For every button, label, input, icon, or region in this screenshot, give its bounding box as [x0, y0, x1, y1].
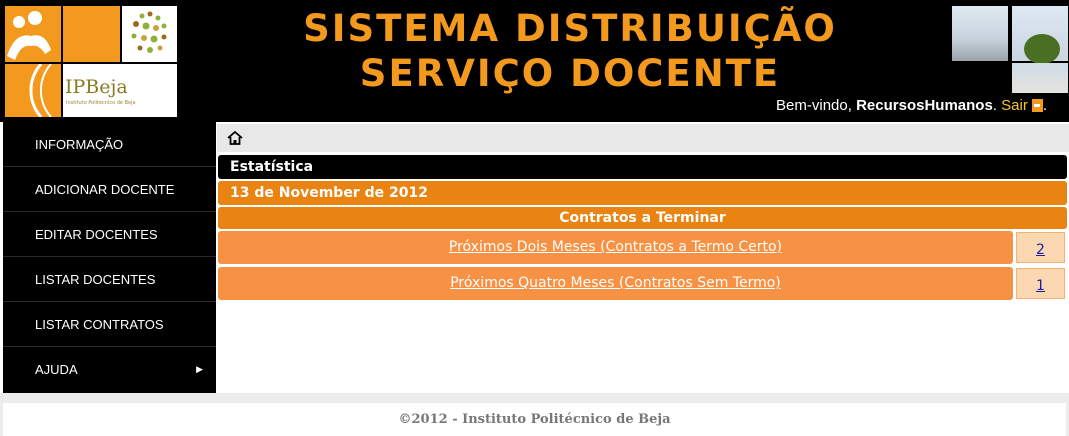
chevron-right-icon: ▶ [196, 364, 203, 374]
count-link[interactable]: 1 [1036, 278, 1045, 294]
logo-tile-blank [63, 6, 120, 62]
contracts-two-months-link[interactable]: Próximos Dois Meses (Contratos a Termo C… [449, 239, 782, 255]
logo-tile-arc [5, 63, 61, 118]
contracts-four-months-link[interactable]: Próximos Quatro Meses (Contratos Sem Ter… [450, 275, 781, 291]
date-row: 13 de November de 2012 [218, 181, 1067, 205]
sidebar-item-label: LISTAR CONTRATOS [35, 317, 164, 332]
sidebar-item-adicionar-docente[interactable]: ADICIONAR DOCENTE [3, 167, 216, 212]
footer: ©2012 - Instituto Politécnico de Beja [0, 393, 1069, 436]
sidebar-item-label: INFORMAÇÃO [35, 137, 124, 152]
home-icon[interactable] [227, 131, 243, 145]
table-row: Próximos Quatro Meses (Contratos Sem Ter… [218, 267, 1013, 300]
welcome-prefix: Bem-vindo, [776, 97, 857, 114]
logo-text: IPBeja [65, 76, 128, 98]
sidebar: INFORMAÇÃO ADICIONAR DOCENTE EDITAR DOCE… [3, 122, 216, 393]
sidebar-item-listar-contratos[interactable]: LISTAR CONTRATOS [3, 302, 216, 347]
arc-icon [29, 63, 52, 118]
sidebar-item-label: ADICIONAR DOCENTE [35, 182, 175, 197]
breadcrumb [217, 124, 1069, 152]
table-header: Contratos a Terminar [218, 207, 1067, 229]
sidebar-item-informacao[interactable]: INFORMAÇÃO [3, 122, 216, 167]
logo-tile-dots [122, 6, 177, 62]
site-title: SISTEMA DISTRIBUIÇÃO SERVIÇO DOCENTE [230, 6, 910, 96]
people-icon [7, 11, 51, 60]
dots-icon [131, 11, 167, 53]
section-title: Estatística [218, 155, 1067, 179]
sidebar-item-label: AJUDA [35, 362, 78, 377]
logout-link[interactable]: Sair [1001, 97, 1028, 114]
contracts-two-months-count: 2 [1016, 232, 1065, 263]
sidebar-item-listar-docentes[interactable]: LISTAR DOCENTES [3, 257, 216, 302]
sidebar-item-editar-docentes[interactable]: EDITAR DOCENTES [3, 212, 216, 257]
header: IPBeja Instituto Politécnico de Beja SIS… [0, 0, 1069, 122]
logo-subtext: Instituto Politécnico de Beja [66, 100, 136, 106]
footer-text: ©2012 - Instituto Politécnico de Beja [3, 403, 1066, 436]
tree-photo [1024, 34, 1060, 64]
building-photo [1012, 63, 1068, 93]
sidebar-item-label: EDITAR DOCENTES [35, 227, 158, 242]
table-row: Próximos Dois Meses (Contratos a Termo C… [218, 231, 1013, 264]
site-title-line1: SISTEMA DISTRIBUIÇÃO [303, 7, 837, 50]
campus-photo [952, 6, 1008, 61]
site-title-line2: SERVIÇO DOCENTE [359, 52, 781, 95]
welcome-separator: . [992, 97, 1002, 114]
user-name: RecursosHumanos [856, 97, 993, 114]
logout-icon[interactable] [1031, 99, 1043, 112]
welcome-trailing: . [1042, 97, 1047, 114]
count-link[interactable]: 2 [1036, 242, 1045, 258]
sidebar-item-ajuda[interactable]: AJUDA ▶ [3, 347, 216, 392]
logo-tile-people [5, 6, 61, 62]
welcome-message: Bem-vindo, RecursosHumanos. Sair. [776, 97, 1047, 114]
sidebar-item-label: LISTAR DOCENTES [35, 272, 156, 287]
contracts-four-months-count: 1 [1016, 268, 1065, 299]
